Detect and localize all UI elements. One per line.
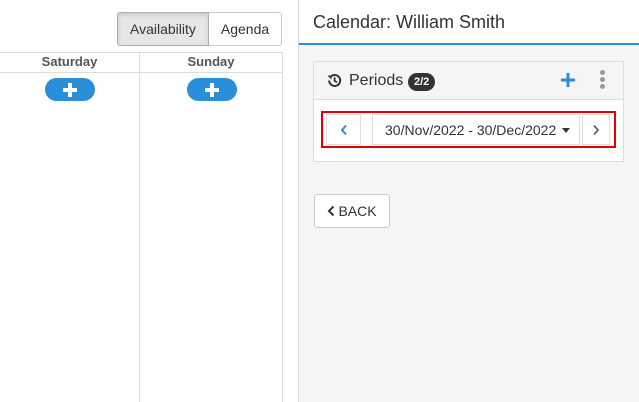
agenda-button[interactable]: Agenda — [208, 12, 283, 46]
previous-period-button[interactable] — [326, 114, 361, 145]
chevron-left-icon — [340, 124, 347, 135]
plus-icon — [63, 82, 77, 97]
add-period-button[interactable] — [559, 69, 577, 91]
add-slot-saturday-button[interactable] — [45, 78, 95, 101]
period-select[interactable]: 30/Nov/2022 - 30/Dec/2022 — [372, 114, 580, 145]
periods-count-badge: 2/2 — [408, 73, 436, 91]
selected-period: 30/Nov/2022 - 30/Dec/2022 — [385, 121, 557, 138]
periods-card: Periods 2/2 30/Nov/2022 - 30/Dec/2022 — [313, 61, 624, 162]
panel-title: Calendar: William Smith — [313, 12, 506, 32]
grid-header-border — [0, 72, 283, 73]
availability-button[interactable]: Availability — [117, 12, 209, 46]
history-icon — [327, 73, 342, 87]
column-divider — [282, 52, 283, 402]
side-panel: Calendar: William Smith Periods 2/2 30/N… — [299, 0, 639, 402]
chevron-right-icon — [593, 124, 600, 135]
column-divider — [139, 52, 140, 402]
back-label: BACK — [338, 203, 377, 219]
grid-top-border — [0, 52, 283, 53]
day-header-saturday: Saturday — [41, 54, 98, 69]
period-navigator: 30/Nov/2022 - 30/Dec/2022 — [321, 111, 616, 148]
day-header-sunday: Sunday — [187, 54, 235, 69]
plus-icon — [561, 73, 575, 87]
plus-icon — [205, 82, 219, 97]
view-toggle: Availability Agenda — [117, 12, 283, 46]
add-slot-sunday-button[interactable] — [187, 78, 237, 101]
caret-down-icon — [562, 128, 570, 133]
periods-card-header: Periods 2/2 — [314, 62, 623, 100]
week-grid: Saturday Sunday — [0, 52, 283, 402]
next-period-button[interactable] — [582, 114, 610, 145]
calendar-area: Availability Agenda Saturday Sunday — [0, 0, 299, 402]
kebab-menu-icon[interactable] — [598, 70, 606, 92]
periods-title: Periods — [349, 72, 404, 89]
back-button[interactable]: BACK — [314, 194, 390, 228]
back-chevron-icon — [328, 205, 335, 217]
panel-header: Calendar: William Smith — [299, 0, 639, 45]
